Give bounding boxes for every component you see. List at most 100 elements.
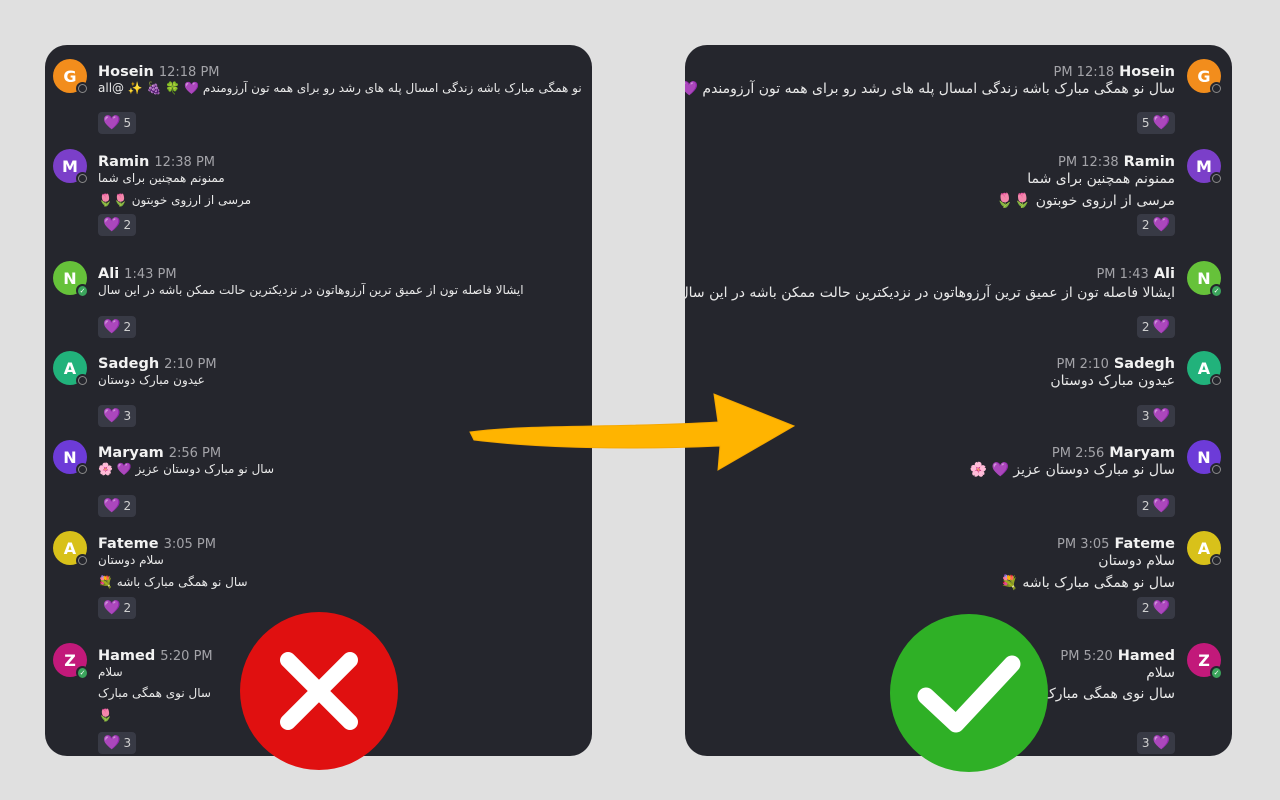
avatar-initial: Z xyxy=(1198,650,1210,670)
message-text: عیدون مبارک دوستان xyxy=(1050,373,1175,389)
message-text: مرسی از ارزوی خوبتون 🌷🌷 xyxy=(996,193,1175,209)
avatar[interactable]: N xyxy=(1187,440,1223,476)
avatar[interactable]: M xyxy=(53,149,89,185)
author-name[interactable]: Hamed xyxy=(98,648,155,664)
avatar[interactable]: M xyxy=(1187,149,1223,185)
author-name[interactable]: Fateme xyxy=(1114,536,1175,552)
purple-heart-icon: 💜 xyxy=(103,115,121,131)
message-text: عیدون مبارک دوستان xyxy=(98,373,205,387)
message-time: PM 12:18 xyxy=(1053,65,1115,80)
message-text: ممنونم همچنین برای شما xyxy=(1027,171,1175,187)
reaction-count: 2 xyxy=(123,499,132,513)
author-name[interactable]: Sadegh xyxy=(1114,356,1175,372)
purple-heart-icon: 💜 xyxy=(1152,600,1170,616)
message-text: ممنونم همچنین برای شما xyxy=(98,171,225,185)
avatar-initial: N xyxy=(63,268,77,288)
message-text: سال نو همگی مبارک باشه زندگی امسال پله ه… xyxy=(685,81,1175,97)
message-time: PM 5:20 xyxy=(1060,649,1113,664)
chat-message: N ✓ Ali 1:43 PM ایشالا فاصله تون از عمیق تری… xyxy=(45,261,592,351)
reaction-count: 2 xyxy=(123,320,132,334)
purple-heart-icon: 💜 xyxy=(103,408,121,424)
reaction-button[interactable]: 5 💜 xyxy=(1136,112,1175,134)
message-text: سال نوی همگی مبارک xyxy=(1043,686,1175,702)
avatar-initial: G xyxy=(63,66,77,86)
reaction-button[interactable]: 💜 5 xyxy=(98,112,137,134)
message-time: PM 2:10 xyxy=(1056,357,1109,372)
offline-status-icon xyxy=(1210,463,1223,476)
author-name[interactable]: Sadegh xyxy=(98,356,159,372)
message-text: سال نو همگی مبارک باشه 💐 xyxy=(98,575,248,589)
message-text: سال نو همگی مبارک باشه 💐 xyxy=(1000,575,1175,591)
avatar[interactable]: Z ✓ xyxy=(1187,643,1223,679)
check-mark-icon xyxy=(890,614,1048,772)
author-name[interactable]: Ali xyxy=(1154,266,1175,282)
author-name[interactable]: Hamed xyxy=(1118,648,1175,664)
author-name[interactable]: Hosein xyxy=(98,64,154,80)
avatar[interactable]: A xyxy=(53,531,89,567)
author-name[interactable]: Ramin xyxy=(1124,154,1175,170)
offline-status-icon xyxy=(76,554,89,567)
message-time: 1:43 PM xyxy=(124,267,177,282)
reaction-button[interactable]: 3 💜 xyxy=(1136,732,1175,754)
reaction-button[interactable]: 2 💜 xyxy=(1136,316,1175,338)
message-time: 12:38 PM xyxy=(154,155,216,170)
message-text: سال نوی همگی مبارک xyxy=(98,686,211,700)
purple-heart-icon: 💜 xyxy=(1152,735,1170,751)
message-text: سلام xyxy=(98,665,123,679)
reaction-button[interactable]: 2 💜 xyxy=(1136,495,1175,517)
reaction-count: 2 xyxy=(1141,601,1150,615)
reaction-count: 2 xyxy=(1141,218,1150,232)
message-time: 5:20 PM xyxy=(160,649,213,664)
offline-status-icon xyxy=(1210,172,1223,185)
avatar[interactable]: G xyxy=(1187,59,1223,95)
reaction-button[interactable]: 2 💜 xyxy=(1136,597,1175,619)
reaction-button[interactable]: 2 💜 xyxy=(1136,214,1175,236)
message-time: PM 3:05 xyxy=(1057,537,1110,552)
avatar[interactable]: N xyxy=(53,440,89,476)
author-name[interactable]: Hosein xyxy=(1119,64,1175,80)
avatar[interactable]: N ✓ xyxy=(1187,261,1223,297)
avatar[interactable]: N ✓ xyxy=(53,261,89,297)
reaction-count: 2 xyxy=(123,601,132,615)
message-text: 🌷 xyxy=(98,708,113,722)
chat-message: M PM 12:38 Ramin ممنونم همچنین برای شما مرسی… xyxy=(685,149,1232,239)
purple-heart-icon: 💜 xyxy=(103,498,121,514)
chat-message: M Ramin 12:38 PM ممنونم همچنین برای شما مرسی… xyxy=(45,149,592,239)
avatar[interactable]: A xyxy=(1187,531,1223,567)
avatar-initial: M xyxy=(1196,156,1212,176)
message-text: ایشالا فاصله تون از عمیق ترین آرزوهاتون … xyxy=(98,283,524,297)
author-name[interactable]: Ali xyxy=(98,266,119,282)
message-text: ایشالا فاصله تون از عمیق ترین آرزوهاتون … xyxy=(685,285,1175,301)
offline-status-icon xyxy=(1210,374,1223,387)
avatar[interactable]: G xyxy=(53,59,89,95)
reaction-count: 3 xyxy=(1141,409,1150,423)
message-text: سلام xyxy=(1146,665,1175,681)
purple-heart-icon: 💜 xyxy=(1152,408,1170,424)
reaction-count: 3 xyxy=(1141,736,1150,750)
reaction-button[interactable]: 💜 2 xyxy=(98,214,137,236)
reaction-button[interactable]: 💜 2 xyxy=(98,495,137,517)
avatar-initial: N xyxy=(63,447,77,467)
author-name[interactable]: Ramin xyxy=(98,154,149,170)
purple-heart-icon: 💜 xyxy=(1152,319,1170,335)
avatar-initial: A xyxy=(63,358,77,378)
online-status-icon: ✓ xyxy=(76,284,89,297)
reaction-button[interactable]: 3 💜 xyxy=(1136,405,1175,427)
avatar[interactable]: A xyxy=(1187,351,1223,387)
author-name[interactable]: Maryam xyxy=(98,445,164,461)
message-time: 2:10 PM xyxy=(164,357,217,372)
author-name[interactable]: Maryam xyxy=(1109,445,1175,461)
chat-message: A PM 3:05 Fateme سلام دوستان سال نو همگی مبا… xyxy=(685,531,1232,621)
reaction-button[interactable]: 💜 2 xyxy=(98,316,137,338)
avatar[interactable]: Z ✓ xyxy=(53,643,89,679)
message-text: سال نو مبارک دوستان عزیز 💜 🌸 xyxy=(969,462,1175,478)
reaction-button[interactable]: 💜 3 xyxy=(98,732,137,754)
avatar[interactable]: A xyxy=(53,351,89,387)
reaction-button[interactable]: 💜 3 xyxy=(98,405,137,427)
offline-status-icon xyxy=(1210,82,1223,95)
reaction-button[interactable]: 💜 2 xyxy=(98,597,137,619)
author-name[interactable]: Fateme xyxy=(98,536,159,552)
x-mark-icon xyxy=(240,612,398,770)
message-time: 2:56 PM xyxy=(168,446,222,461)
message-time: PM 12:38 xyxy=(1057,155,1119,170)
